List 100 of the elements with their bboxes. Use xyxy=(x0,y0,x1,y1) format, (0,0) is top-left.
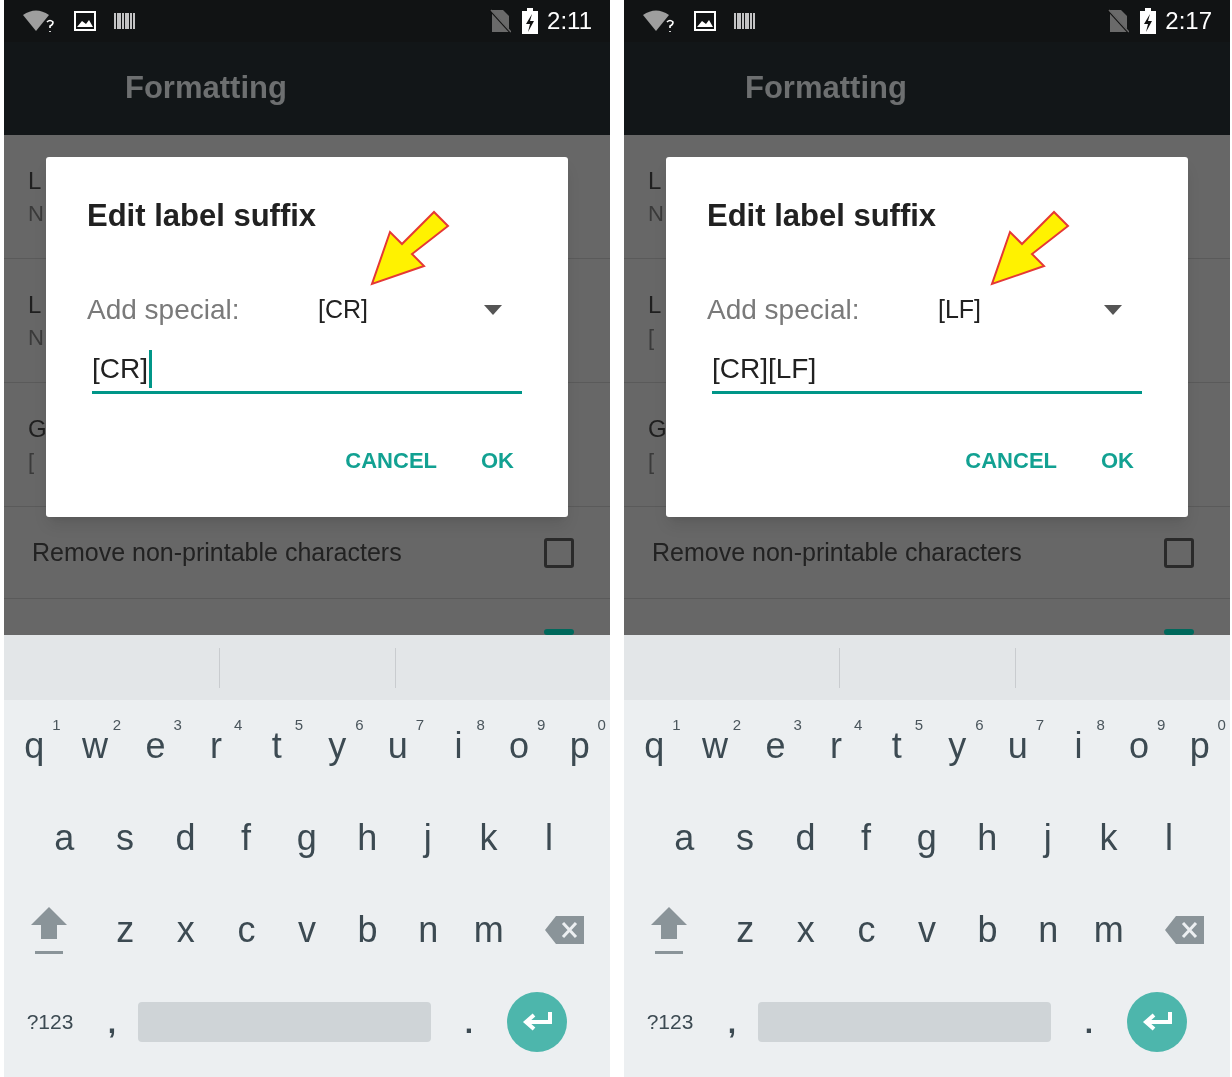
key[interactable]: x xyxy=(792,912,819,948)
image-icon xyxy=(694,11,716,31)
key[interactable]: l xyxy=(541,820,558,856)
key[interactable]: l xyxy=(1161,820,1178,856)
key-hint: 2 xyxy=(732,715,742,735)
symbols-key[interactable]: ?123 xyxy=(634,1006,706,1038)
dropdown-caret-icon xyxy=(1104,304,1122,315)
key[interactable]: h xyxy=(353,820,382,856)
key[interactable]: q xyxy=(20,728,49,764)
key[interactable]: r xyxy=(826,728,847,764)
key[interactable]: b xyxy=(353,912,382,948)
key-hint: 3 xyxy=(173,715,182,735)
key[interactable]: v xyxy=(294,912,320,948)
key[interactable]: q xyxy=(640,728,669,764)
annotation-arrow-icon xyxy=(988,208,1072,288)
key[interactable]: t xyxy=(267,728,286,764)
key[interactable]: z xyxy=(112,912,139,948)
enter-button[interactable] xyxy=(507,992,567,1052)
key[interactable]: o xyxy=(1125,728,1154,764)
period-key[interactable]: . xyxy=(1059,999,1119,1045)
key[interactable]: z xyxy=(732,912,759,948)
key-hint: 9 xyxy=(537,715,546,735)
key[interactable]: i xyxy=(1070,728,1087,764)
key[interactable]: r xyxy=(206,728,227,764)
key[interactable]: p xyxy=(565,728,594,764)
special-dropdown[interactable]: [CR] xyxy=(318,290,522,329)
key[interactable]: s xyxy=(731,820,758,856)
key[interactable]: f xyxy=(857,820,876,856)
key[interactable]: o xyxy=(505,728,534,764)
no-sim-icon xyxy=(1107,9,1130,33)
key[interactable]: x xyxy=(172,912,199,948)
key-hint: 8 xyxy=(1096,715,1105,735)
suffix-input-field[interactable]: [CR][LF] xyxy=(712,347,1142,394)
key[interactable]: u xyxy=(1003,728,1032,764)
key[interactable]: y xyxy=(944,728,971,764)
comma-key[interactable]: , xyxy=(714,999,750,1045)
key[interactable]: k xyxy=(475,820,502,856)
enter-button[interactable] xyxy=(1127,992,1187,1052)
key[interactable]: n xyxy=(1034,912,1063,948)
special-label: Add special: xyxy=(707,292,861,327)
key[interactable]: d xyxy=(171,820,200,856)
no-sim-icon xyxy=(489,9,512,33)
status-time: 2:11 xyxy=(547,6,592,36)
key[interactable]: h xyxy=(973,820,1002,856)
dialog-title: Edit label suffix xyxy=(87,197,317,235)
key-hint: 8 xyxy=(476,715,485,735)
key[interactable]: g xyxy=(912,820,941,856)
key[interactable]: s xyxy=(111,820,138,856)
key[interactable]: k xyxy=(1095,820,1122,856)
key[interactable]: f xyxy=(237,820,256,856)
special-dropdown[interactable]: [LF] xyxy=(938,290,1142,329)
key[interactable]: m xyxy=(1089,912,1128,948)
symbols-key[interactable]: ?123 xyxy=(14,1006,86,1038)
key[interactable]: e xyxy=(141,728,170,764)
enter-arrow-icon xyxy=(521,1011,553,1033)
checkbox[interactable] xyxy=(1164,537,1194,568)
key[interactable]: b xyxy=(973,912,1002,948)
backspace-icon[interactable] xyxy=(543,915,586,945)
checkbox-label: Remove non-printable characters xyxy=(32,536,403,568)
checkbox[interactable] xyxy=(1164,629,1194,635)
key[interactable]: c xyxy=(233,912,260,948)
suffix-input-field[interactable]: [CR] xyxy=(92,347,522,394)
key[interactable]: a xyxy=(50,820,79,856)
key[interactable]: d xyxy=(791,820,820,856)
wifi-question-icon xyxy=(642,9,676,33)
checkbox[interactable] xyxy=(544,629,574,635)
key[interactable]: g xyxy=(292,820,321,856)
key[interactable]: c xyxy=(853,912,880,948)
key-hint: 3 xyxy=(793,715,802,735)
period-key[interactable]: . xyxy=(439,999,499,1045)
key[interactable]: w xyxy=(697,728,732,764)
setting-title: L xyxy=(648,168,662,193)
key-hint: 6 xyxy=(975,715,984,735)
shift-arrow-icon[interactable] xyxy=(649,905,690,955)
key[interactable]: v xyxy=(914,912,940,948)
shift-arrow-icon[interactable] xyxy=(29,905,70,955)
setting-title: L xyxy=(648,292,662,317)
key-hint: 1 xyxy=(52,715,61,735)
barcode-icon xyxy=(734,13,756,29)
key[interactable]: i xyxy=(450,728,467,764)
key[interactable]: w xyxy=(77,728,112,764)
key[interactable]: p xyxy=(1185,728,1214,764)
backspace-icon[interactable] xyxy=(1163,915,1206,945)
comma-key[interactable]: , xyxy=(94,999,130,1045)
status-time: 2:17 xyxy=(1165,6,1212,36)
key[interactable]: a xyxy=(670,820,699,856)
key[interactable]: u xyxy=(383,728,412,764)
key[interactable]: y xyxy=(324,728,351,764)
key[interactable]: m xyxy=(469,912,508,948)
key[interactable]: e xyxy=(761,728,790,764)
key[interactable]: j xyxy=(419,820,436,856)
image-icon xyxy=(74,11,96,31)
screen-title: Formatting xyxy=(745,69,907,108)
dialog-title: Edit label suffix xyxy=(707,197,937,235)
key[interactable]: t xyxy=(887,728,906,764)
key[interactable]: n xyxy=(414,912,443,948)
checkbox[interactable] xyxy=(544,537,574,568)
key-hint: 9 xyxy=(1157,715,1166,735)
key-hint: 7 xyxy=(1035,715,1045,735)
key[interactable]: j xyxy=(1039,820,1056,856)
